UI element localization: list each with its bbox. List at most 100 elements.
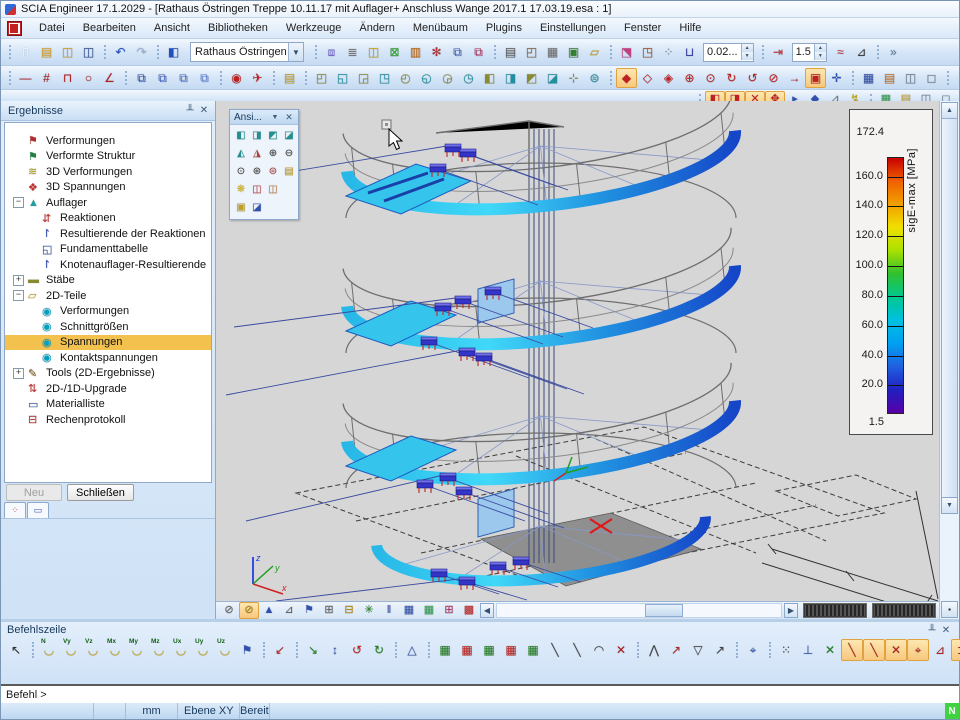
result-uz-icon[interactable]: ◡Uz <box>214 639 236 661</box>
eye-icon[interactable]: ◉ <box>226 68 247 88</box>
combination-icon[interactable]: ↻ <box>721 68 742 88</box>
result-uy-icon[interactable]: ◡Uy <box>192 639 214 661</box>
snap-step-icon[interactable]: ⇥ <box>768 42 789 62</box>
undo-icon[interactable]: ↶ <box>110 42 131 62</box>
close-icon[interactable]: ✕ <box>197 104 211 118</box>
rotate-l-icon[interactable]: ↺ <box>346 639 368 661</box>
pin-icon[interactable]: ╨ <box>925 623 939 637</box>
snap-int-icon[interactable]: ↗ <box>709 639 731 661</box>
menu-item[interactable]: Bearbeiten <box>74 20 145 36</box>
vertical-scrollbar[interactable]: ▲ ▼ ▪ <box>939 101 959 619</box>
fly-icon[interactable]: ✈ <box>247 68 268 88</box>
tree-spannungen[interactable]: ◉ Spannungen <box>5 335 211 351</box>
close-icon[interactable]: ✕ <box>939 623 953 637</box>
menu-item[interactable]: Einstellungen <box>531 20 615 36</box>
layers-icon[interactable]: ≣ <box>342 42 363 62</box>
axes-view-icon[interactable]: ✳ <box>359 602 379 619</box>
hscroll-left-icon[interactable]: ◀ <box>480 603 494 618</box>
grid-snap-icon[interactable]: ⁙ <box>775 639 797 661</box>
label-del-icon[interactable]: ⊟ <box>339 602 359 619</box>
vscroll-up-icon[interactable]: ▲ <box>941 102 958 119</box>
new-icon[interactable]: ▯ <box>15 42 36 62</box>
tree-verformte-struktur[interactable]: ⚑ Verformte Struktur <box>5 149 211 165</box>
document-icon[interactable]: ▣ <box>563 42 584 62</box>
snap-a-icon[interactable]: ╲ <box>841 639 863 661</box>
nonlinear-icon[interactable]: ↺ <box>742 68 763 88</box>
menu-item[interactable]: Bibliotheken <box>199 20 277 36</box>
menu-item[interactable]: Plugins <box>477 20 531 36</box>
spiral-level-4[interactable] <box>376 512 709 594</box>
menu-item[interactable]: Ansicht <box>145 20 199 36</box>
spinner-arrows[interactable]: ▲▼ <box>741 44 753 60</box>
table-my-icon[interactable]: ▦ <box>478 639 500 661</box>
hinge-icon[interactable]: ◇ <box>637 68 658 88</box>
flag-icon[interactable]: ⚑ <box>299 602 319 619</box>
menu-item[interactable]: Fenster <box>615 20 670 36</box>
tree-expander[interactable]: − <box>13 290 24 301</box>
snap-line-icon[interactable]: ╲ <box>544 639 566 661</box>
curve-scale-icon[interactable]: ≈ <box>830 42 851 62</box>
snap-mid-icon[interactable]: ⋀ <box>643 639 665 661</box>
member1d-icon[interactable]: ◰ <box>311 68 332 88</box>
result-mx-icon[interactable]: ◡Mx <box>104 639 126 661</box>
open-folder-icon[interactable]: ▤ <box>279 68 300 88</box>
tree-2d-1d-upgrade[interactable]: ⇅ 2D-/1D-Upgrade <box>5 381 211 397</box>
mesh-view-icon[interactable]: ▩ <box>459 602 479 619</box>
table-edit-icon[interactable]: ▦ <box>419 602 439 619</box>
more-icon[interactable]: › <box>953 68 960 88</box>
table-sig-plus-icon[interactable]: ▦ <box>434 639 456 661</box>
shell-icon[interactable]: ◶ <box>437 68 458 88</box>
clip-active-icon[interactable]: ⊘ <box>239 602 259 619</box>
animation-bar-2[interactable] <box>872 603 936 618</box>
help-icon[interactable]: ⊔ <box>679 42 700 62</box>
wall-icon[interactable]: ◵ <box>416 68 437 88</box>
title-bar[interactable]: SCIA Engineer 17.1.2029 - [Rathaus Östri… <box>1 1 959 18</box>
close-icon[interactable]: ✕ <box>282 110 296 124</box>
angle-icon[interactable]: ∠ <box>99 68 120 88</box>
viewport-3d-scene[interactable]: z y x <box>216 101 939 601</box>
doc17b-icon[interactable]: ◻ <box>921 68 942 88</box>
clip-box-icon[interactable]: ▤ <box>280 163 298 181</box>
line-icon[interactable]: — <box>15 68 36 88</box>
trim-icon[interactable]: ⊜ <box>584 68 605 88</box>
palette-spacer[interactable] <box>280 181 298 199</box>
label-abc-icon[interactable]: ⊞ <box>319 602 339 619</box>
engineering-report-icon[interactable]: ▤ <box>879 68 900 88</box>
tree-staebe[interactable]: + ▬ Stäbe <box>5 273 211 289</box>
updown-icon[interactable]: ↕ <box>324 639 346 661</box>
tree-expander[interactable]: + <box>13 275 24 286</box>
stability-icon[interactable]: ⊘ <box>763 68 784 88</box>
print-icon[interactable]: ▤ <box>500 42 521 62</box>
table-sig-minus-icon[interactable]: ▦ <box>456 639 478 661</box>
viewport[interactable]: z y x Ansi... ▼ ✕ <box>216 101 939 619</box>
tree-expander[interactable]: − <box>13 197 24 208</box>
spiral-level-3[interactable] <box>343 363 741 496</box>
solver-icon[interactable]: ▣ <box>805 68 826 88</box>
snap-e-icon[interactable]: ⊿ <box>929 639 951 661</box>
scia-logo-icon[interactable] <box>7 21 22 36</box>
select-cursor-icon[interactable]: ↖ <box>5 639 27 661</box>
spinner-arrows[interactable]: ▲▼ <box>814 44 826 60</box>
copy-icon[interactable]: ⧉ <box>131 68 152 88</box>
results-panel-header[interactable]: Ergebnisse ╨ ✕ <box>1 101 215 121</box>
tree-verformungen[interactable]: ⚑ Verformungen <box>5 133 211 149</box>
numbers-icon[interactable]: ⊿ <box>851 42 872 62</box>
tree-2d-verformungen[interactable]: ◉ Verformungen <box>5 304 211 320</box>
new-button[interactable]: Neu <box>6 484 62 501</box>
tab-properties[interactable]: ▭ <box>27 502 49 518</box>
snap-end-icon[interactable]: ↗ <box>665 639 687 661</box>
calculator-icon[interactable]: ▦ <box>542 42 563 62</box>
redo-icon[interactable]: ↷ <box>131 42 152 62</box>
tab-results-tree[interactable]: ⁘ <box>4 502 26 518</box>
load-icon[interactable]: ◈ <box>658 68 679 88</box>
beam-icon[interactable]: ◳ <box>374 68 395 88</box>
solid-view-icon[interactable]: ◪ <box>248 199 266 217</box>
menu-item[interactable]: Werkzeuge <box>277 20 350 36</box>
spiral-level-2[interactable] <box>343 228 741 361</box>
mesh-icon[interactable]: ✻ <box>426 42 447 62</box>
vscroll-thumb[interactable] <box>941 118 958 498</box>
snap-step-spinner[interactable]: 0.02... ▲▼ <box>703 43 754 62</box>
project-combobox[interactable]: Rathaus Östringen ▼ <box>190 42 304 62</box>
hatch-icon[interactable]: # <box>36 68 57 88</box>
command-input[interactable]: Befehl > <box>1 684 959 705</box>
